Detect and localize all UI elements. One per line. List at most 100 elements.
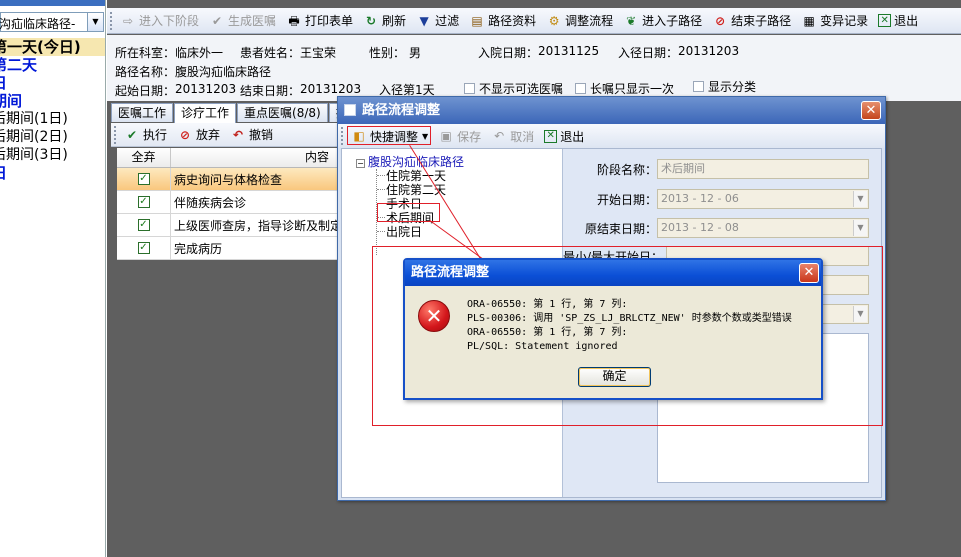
enter-date-value: 20131203 [678, 44, 740, 58]
tree-node[interactable]: 出院日 [386, 223, 422, 240]
orig-end-date-field[interactable]: 2013 - 12 - 08 ▼ [657, 218, 869, 238]
annotation-box [377, 203, 440, 222]
window-icon [344, 104, 356, 116]
table-row[interactable]: ✓ 完成病历 [117, 237, 343, 260]
undo-label: 撤销 [249, 128, 274, 142]
table-row[interactable]: ✓ 病史询问与体格检查 [117, 168, 343, 191]
footprint-icon: ❦ [626, 13, 637, 28]
name-value: 王宝荣 [300, 46, 337, 60]
execute-button[interactable]: ✔ 执行 [120, 124, 171, 146]
stage-name-label: 阶段名称： [597, 163, 658, 177]
stage-item[interactable]: 后期间(3日) [0, 146, 105, 164]
next-stage-button[interactable]: ⇨ 进入下阶段 [116, 10, 203, 32]
stage-item[interactable]: 日 [0, 164, 105, 182]
row-content: 完成病历 [174, 241, 223, 256]
end-subpath-label: 结束子路径 [731, 14, 792, 28]
start-date-field[interactable]: 2013 - 12 - 06 ▼ [657, 189, 869, 209]
path-name-value: 腹股沟疝临床路径 [175, 65, 272, 79]
refresh-icon: ↻ [366, 13, 377, 28]
orig-end-date-label: 原结束日期： [585, 222, 658, 236]
tab-order-work[interactable]: 医嘱工作 [111, 103, 174, 122]
path-select[interactable]: 沟疝临床路径- ▼ [0, 12, 104, 32]
no-entry-icon: ⊘ [179, 127, 191, 142]
header-content[interactable]: 内容 [171, 148, 343, 167]
long-order-once-checkbox[interactable]: 长嘱只显示一次 [575, 80, 674, 97]
save-icon: ▣ [440, 129, 452, 143]
header-all[interactable]: 全弃 [117, 148, 171, 167]
stage-item[interactable]: 第二天 [0, 56, 105, 74]
close-icon[interactable]: ✕ [799, 263, 819, 283]
exit-label: 退出 [560, 129, 585, 144]
print-form-label: 打印表单 [305, 14, 354, 28]
stage-item[interactable]: 期间 [0, 92, 105, 110]
stage-list: 第一天(今日) 第二天 日 期间 后期间(1日) 后期间(2日) 后期间(3日)… [0, 38, 105, 182]
table-row[interactable]: ✓ 上级医师查房，指导诊断及制定 [117, 214, 343, 237]
generate-order-button[interactable]: ✔ 生成医嘱 [205, 10, 280, 32]
error-dialog-title: 路径流程调整 [411, 265, 490, 280]
row-checkbox[interactable]: ✓ [137, 219, 150, 231]
stage-item[interactable]: 后期间(1日) [0, 110, 105, 128]
stage-name-field[interactable]: 术后期间 [657, 159, 869, 179]
error-dialog-titlebar[interactable]: 路径流程调整 ✕ [405, 260, 821, 286]
generate-order-label: 生成医嘱 [228, 14, 277, 28]
sex-label: 性别： [369, 46, 406, 60]
end-date-label: 结束日期： [240, 84, 301, 98]
checkbox-box[interactable] [693, 81, 704, 92]
end-subpath-button[interactable]: ⊘ 结束子路径 [708, 10, 795, 32]
exit-button[interactable]: ✕ 退出 [874, 10, 922, 32]
cancel-button[interactable]: ↶ 取消 [487, 125, 538, 147]
table-row[interactable]: ✓ 伴随疾病会诊 [117, 191, 343, 214]
stage-item[interactable]: 后期间(2日) [0, 128, 105, 146]
adjust-flow-button[interactable]: ⚙ 调整流程 [542, 10, 617, 32]
error-icon: ✕ [418, 300, 450, 332]
change-log-button[interactable]: ▦ 变异记录 [797, 10, 872, 32]
cancel-label: 取消 [510, 129, 535, 144]
collapse-icon[interactable]: − [356, 159, 365, 168]
stage-item[interactable]: 第一天(今日) [0, 38, 105, 56]
chevron-down-icon[interactable]: ▼ [87, 13, 103, 31]
start-date-label: 开始日期： [597, 193, 658, 207]
hide-optional-label: 不显示可选医嘱 [479, 82, 564, 96]
refresh-button[interactable]: ↻ 刷新 [359, 10, 410, 32]
checkbox-box[interactable] [464, 83, 475, 94]
error-message: ORA-06550: 第 1 行, 第 7 列: PLS-00306: 调用 '… [467, 299, 792, 352]
start-date-value: 20131203 [175, 82, 237, 96]
tab-treatment-work[interactable]: 诊疗工作 [174, 103, 237, 123]
admit-date-label: 入院日期： [478, 46, 539, 60]
path-name-label: 路径名称： [115, 65, 176, 79]
admit-date-value: 20131125 [538, 44, 600, 58]
no-entry-icon: ⊘ [715, 13, 726, 28]
chevron-down-icon[interactable]: ▼ [853, 191, 867, 207]
path-info-button[interactable]: ▤ 路径资料 [465, 10, 540, 32]
path-adjust-titlebar[interactable]: 路径流程调整 ✕ [338, 97, 885, 124]
filter-button[interactable]: ▼ 过滤 [412, 10, 463, 32]
row-checkbox[interactable]: ✓ [137, 242, 150, 254]
undo-button[interactable]: ↶ 撤销 [226, 124, 277, 146]
save-button[interactable]: ▣ 保存 [434, 125, 485, 147]
chevron-down-icon[interactable]: ▼ [853, 220, 867, 236]
close-icon[interactable]: ✕ [861, 101, 881, 120]
save-label: 保存 [457, 129, 482, 144]
row-checkbox[interactable]: ✓ [137, 196, 150, 208]
calculator-icon: ▦ [803, 13, 815, 28]
print-form-button[interactable]: 🖶 打印表单 [282, 10, 357, 32]
row-content: 伴随疾病会诊 [174, 195, 247, 210]
abandon-button[interactable]: ⊘ 放弃 [173, 124, 224, 146]
check-icon: ✔ [211, 13, 223, 28]
filter-icon: ▼ [419, 13, 429, 28]
row-check-cell: ✓ [117, 168, 171, 190]
checkbox-box[interactable] [575, 83, 586, 94]
exit-icon: ✕ [878, 14, 892, 27]
book-icon: ▤ [471, 13, 483, 28]
stage-item[interactable]: 日 [0, 74, 105, 92]
exit-button[interactable]: ✕ 退出 [540, 125, 588, 147]
row-checkbox[interactable]: ✓ [137, 173, 150, 185]
enter-subpath-button[interactable]: ❦ 进入子路径 [619, 10, 706, 32]
printer-icon: 🖶 [288, 13, 300, 28]
execute-label: 执行 [143, 128, 168, 142]
show-category-checkbox[interactable]: 显示分类 [693, 78, 756, 95]
tab-key-orders[interactable]: 重点医嘱(8/8) [237, 103, 328, 122]
ok-button[interactable]: 确定 [578, 367, 651, 387]
hide-optional-checkbox[interactable]: 不显示可选医嘱 [464, 80, 563, 97]
row-check-cell: ✓ [117, 191, 171, 213]
